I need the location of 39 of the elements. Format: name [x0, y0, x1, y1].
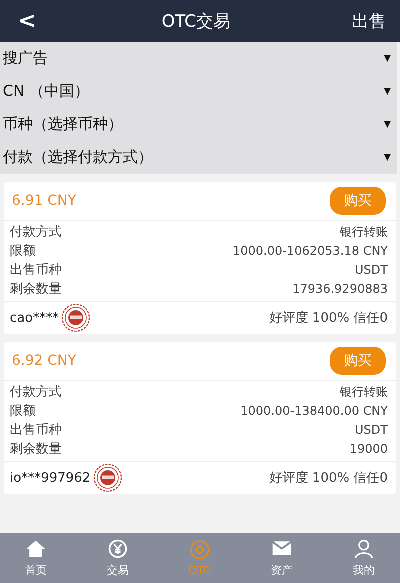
- user-icon: [353, 538, 375, 560]
- filter-dropdown[interactable]: 付款（选择付款方式） ▼: [0, 141, 397, 174]
- field-label: 限额: [10, 403, 37, 421]
- field-label: 付款方式: [10, 224, 62, 242]
- field-value: 银行转账: [340, 384, 388, 401]
- field-label: 付款方式: [10, 384, 62, 402]
- nav-tab[interactable]: 我的: [334, 533, 394, 583]
- field-label: 出售币种: [10, 422, 62, 440]
- nav-tab[interactable]: 首页: [6, 533, 66, 583]
- rating-text: 好评度 100% 信任0: [269, 310, 388, 327]
- field-value: 1000.00-1062053.18 CNY: [233, 243, 388, 260]
- field-value: USDT: [355, 262, 388, 279]
- sell-button[interactable]: 出售: [352, 10, 386, 32]
- filter-dropdown[interactable]: 币种（选择币种） ▼: [0, 108, 397, 141]
- page-title: OTC交易: [162, 10, 231, 32]
- yen-coin-icon: [107, 538, 129, 560]
- seller-name: cao****: [10, 310, 60, 326]
- field-value: USDT: [355, 422, 388, 439]
- field-value: 1000.00-138400.00 CNY: [240, 403, 388, 420]
- back-button[interactable]: <: [14, 8, 40, 34]
- field-label: 限额: [10, 243, 37, 261]
- field-value: 19000: [350, 441, 388, 458]
- nav-tab[interactable]: 资产: [252, 533, 312, 583]
- field-value: 17936.9290883: [292, 281, 388, 298]
- field-label: 剩余数量: [10, 281, 62, 299]
- home-icon: [25, 538, 47, 560]
- filter-dropdown[interactable]: CN （中国） ▼: [0, 75, 397, 108]
- field-label: 剩余数量: [10, 441, 62, 459]
- field-label: 出售币种: [10, 262, 62, 280]
- seller-name: io***997962: [10, 470, 91, 486]
- diamond-coin-icon: [189, 539, 211, 561]
- nav-tab[interactable]: 交易: [88, 533, 148, 583]
- buy-button[interactable]: 购买: [330, 347, 386, 375]
- rating-text: 好评度 100% 信任0: [269, 470, 388, 487]
- filter-dropdown[interactable]: 搜广告 ▼: [0, 42, 397, 75]
- buy-button[interactable]: 购买: [330, 187, 386, 215]
- field-value: 银行转账: [340, 224, 388, 241]
- price-text: 6.92 CNY: [12, 353, 76, 369]
- price-text: 6.91 CNY: [12, 193, 76, 209]
